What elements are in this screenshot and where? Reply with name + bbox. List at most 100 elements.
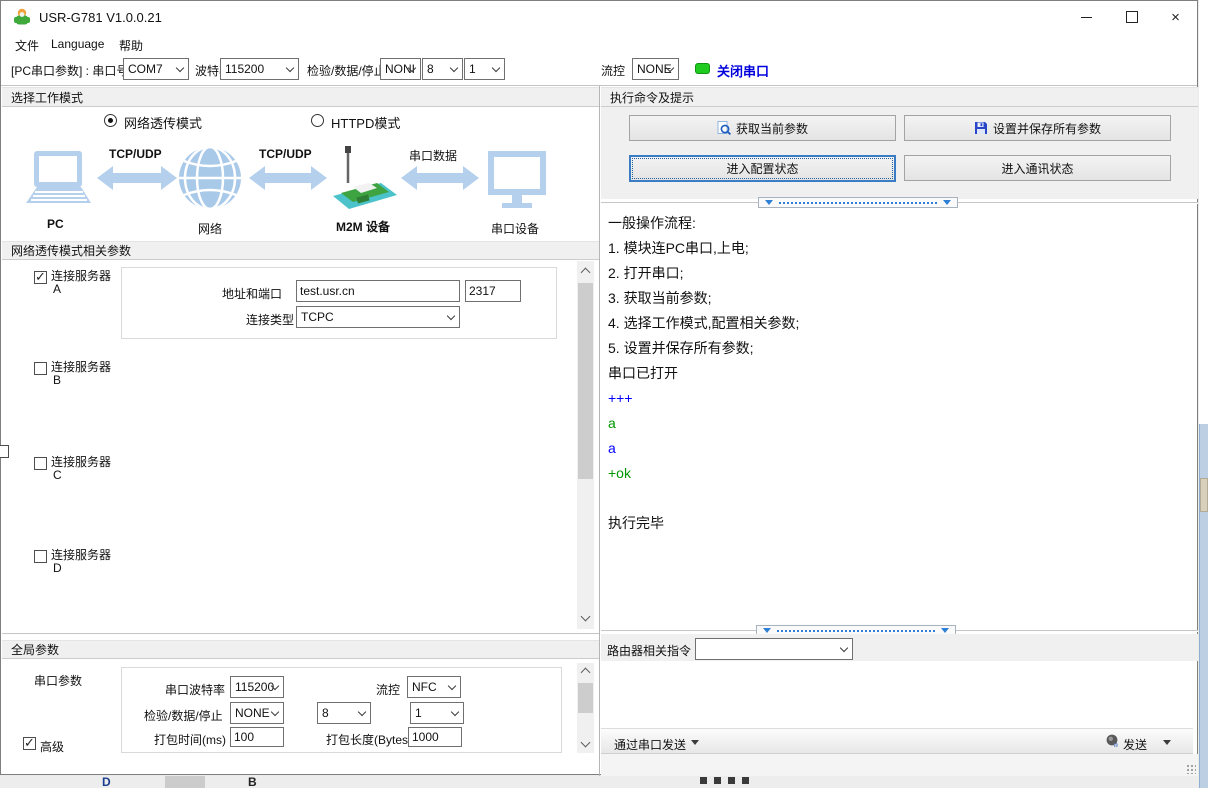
close-serial-button[interactable]: 关闭串口 (717, 61, 769, 80)
serial-toolbar: [PC串口参数] : 串口号 COM7 波特率 115200 检验/数据/停止 … (1, 53, 1197, 86)
caret-down-icon[interactable] (1163, 740, 1171, 745)
conn-type-label: 连接类型 (246, 311, 294, 328)
minimize-button[interactable] (1064, 1, 1109, 33)
conn-type-select[interactable]: TCPC (296, 306, 460, 328)
serial-status-indicator (695, 63, 710, 74)
g-databits-select[interactable]: 8 (317, 702, 371, 724)
send-bar: 通过串口发送 发送 (601, 728, 1193, 754)
log-output[interactable]: 一般操作流程: 1. 模块连PC串口,上电; 2. 打开串口; 3. 获取当前参… (601, 208, 1193, 623)
chevron-down-icon (451, 708, 459, 716)
port-input[interactable] (465, 280, 521, 302)
server-b-checkbox[interactable] (34, 362, 47, 375)
close-button[interactable]: × (1153, 1, 1198, 33)
pc-label: PC (47, 217, 64, 231)
radio-transparent-mode[interactable] (104, 114, 117, 127)
advanced-label[interactable]: 高级 (40, 738, 64, 755)
resize-grip[interactable] (1186, 764, 1196, 774)
set-save-params-button[interactable]: 设置并保存所有参数 (904, 115, 1171, 141)
pc-serial-label: [PC串口参数] : 串口号 (11, 62, 128, 79)
serial-params-groupbox: 串口波特率 115200 流控 NFC 检验/数据/停止 NONE 8 1 打包… (121, 667, 562, 753)
g-stopbits-value: 1 (415, 706, 422, 720)
baud-value: 115200 (225, 62, 264, 76)
stopbits-value: 1 (469, 62, 476, 76)
enter-comm-state-button[interactable]: 进入通讯状态 (904, 155, 1171, 181)
scroll-down-icon[interactable] (581, 738, 591, 748)
log-line: +++ (608, 386, 1193, 411)
stopbits-select[interactable]: 1 (464, 58, 505, 80)
baud-select[interactable]: 115200 (220, 58, 299, 80)
work-mode-header: 选择工作模式 (2, 87, 599, 107)
network-label: 网络 (198, 220, 222, 237)
server-d-checkbox[interactable] (34, 550, 47, 563)
link1-label: TCP/UDP (109, 147, 162, 161)
conn-type-value: TCPC (301, 310, 334, 324)
radio-httpd-label[interactable]: HTTPD模式 (331, 113, 400, 132)
arrow-tcp-udp-1 (97, 166, 177, 190)
clipped-checkbox-fragment (0, 445, 9, 458)
address-port-label: 地址和端口 (222, 285, 282, 302)
com-port-select[interactable]: COM7 (123, 58, 189, 80)
scrollbar-thumb[interactable] (578, 683, 593, 713)
g-baud-select[interactable]: 115200 (230, 676, 284, 698)
speaker-icon (1105, 733, 1121, 749)
server-d-suffix: D (53, 561, 62, 575)
send-via-serial-button[interactable]: 通过串口发送 (614, 736, 686, 753)
server-c-checkbox[interactable] (34, 457, 47, 470)
parity-select[interactable]: NONI (380, 58, 421, 80)
status-bar (601, 754, 1198, 776)
server-a-groupbox: 地址和端口 连接类型 TCPC (121, 267, 557, 339)
g-stopbits-select[interactable]: 1 (410, 702, 464, 724)
scroll-up-icon[interactable] (581, 668, 591, 678)
global-params-scrollbar[interactable] (577, 663, 594, 753)
log-line (608, 486, 1193, 511)
screen: D B USR-G781 V1.0.0.21 × 文件 Language 帮助 (0, 0, 1208, 788)
address-input[interactable] (296, 280, 460, 302)
pack-time-label: 打包时间(ms) (154, 731, 226, 748)
databits-select[interactable]: 8 (422, 58, 463, 80)
send-button[interactable]: 发送 (1123, 736, 1147, 753)
router-command-select[interactable] (695, 638, 853, 660)
net-params-scrollbar[interactable] (577, 261, 594, 629)
maximize-button[interactable] (1109, 1, 1154, 33)
log-line: +ok (608, 461, 1193, 486)
save-icon (974, 121, 988, 135)
menu-bar: 文件 Language 帮助 (1, 33, 1197, 53)
background-scrollbar-thumb (1200, 478, 1208, 512)
radio-transparent-label[interactable]: 网络透传模式 (124, 113, 202, 132)
menu-item-language[interactable]: Language (47, 35, 108, 53)
log-line: 2. 打开串口; (608, 261, 1193, 286)
pack-time-input[interactable] (230, 727, 284, 747)
log-line: 执行完毕 (608, 511, 1193, 536)
caret-down-icon[interactable] (691, 740, 699, 745)
link2-label: TCP/UDP (259, 147, 312, 161)
send-text-area[interactable] (601, 661, 1193, 728)
g-parity-label: 检验/数据/停止 (144, 707, 223, 724)
exec-header: 执行命令及提示 (601, 87, 1198, 107)
clipped-text-fragment: D (102, 776, 111, 788)
arrow-serial-data (401, 166, 479, 190)
log-line: 1. 模块连PC串口,上电; (608, 236, 1193, 261)
server-a-suffix: A (53, 282, 61, 296)
splitter-dots (777, 630, 935, 632)
scroll-up-icon[interactable] (581, 268, 591, 278)
net-params-header: 网络透传模式相关参数 (2, 241, 599, 260)
flow-select[interactable]: NONE (632, 58, 679, 80)
chevron-down-icon (176, 64, 184, 72)
parity-label: 检验/数据/停止 (307, 62, 386, 79)
g-flow-select[interactable]: NFC (407, 676, 461, 698)
window-title: USR-G781 V1.0.0.21 (39, 10, 162, 25)
radio-httpd-mode[interactable] (311, 114, 324, 127)
com-port-value: COM7 (128, 62, 163, 76)
link3-label: 串口数据 (409, 147, 457, 164)
log-line: 4. 选择工作模式,配置相关参数; (608, 311, 1193, 336)
server-a-checkbox[interactable] (34, 271, 47, 284)
g-parity-select[interactable]: NONE (230, 702, 284, 724)
scrollbar-thumb[interactable] (578, 283, 593, 479)
pack-len-input[interactable] (408, 727, 462, 747)
scroll-down-icon[interactable] (581, 612, 591, 622)
get-params-button[interactable]: 获取当前参数 (629, 115, 896, 141)
enter-config-state-button[interactable]: 进入配置状态 (629, 155, 896, 182)
arrow-tcp-udp-2 (249, 166, 327, 190)
splitter-handle[interactable] (758, 197, 958, 208)
advanced-checkbox[interactable] (23, 737, 36, 750)
